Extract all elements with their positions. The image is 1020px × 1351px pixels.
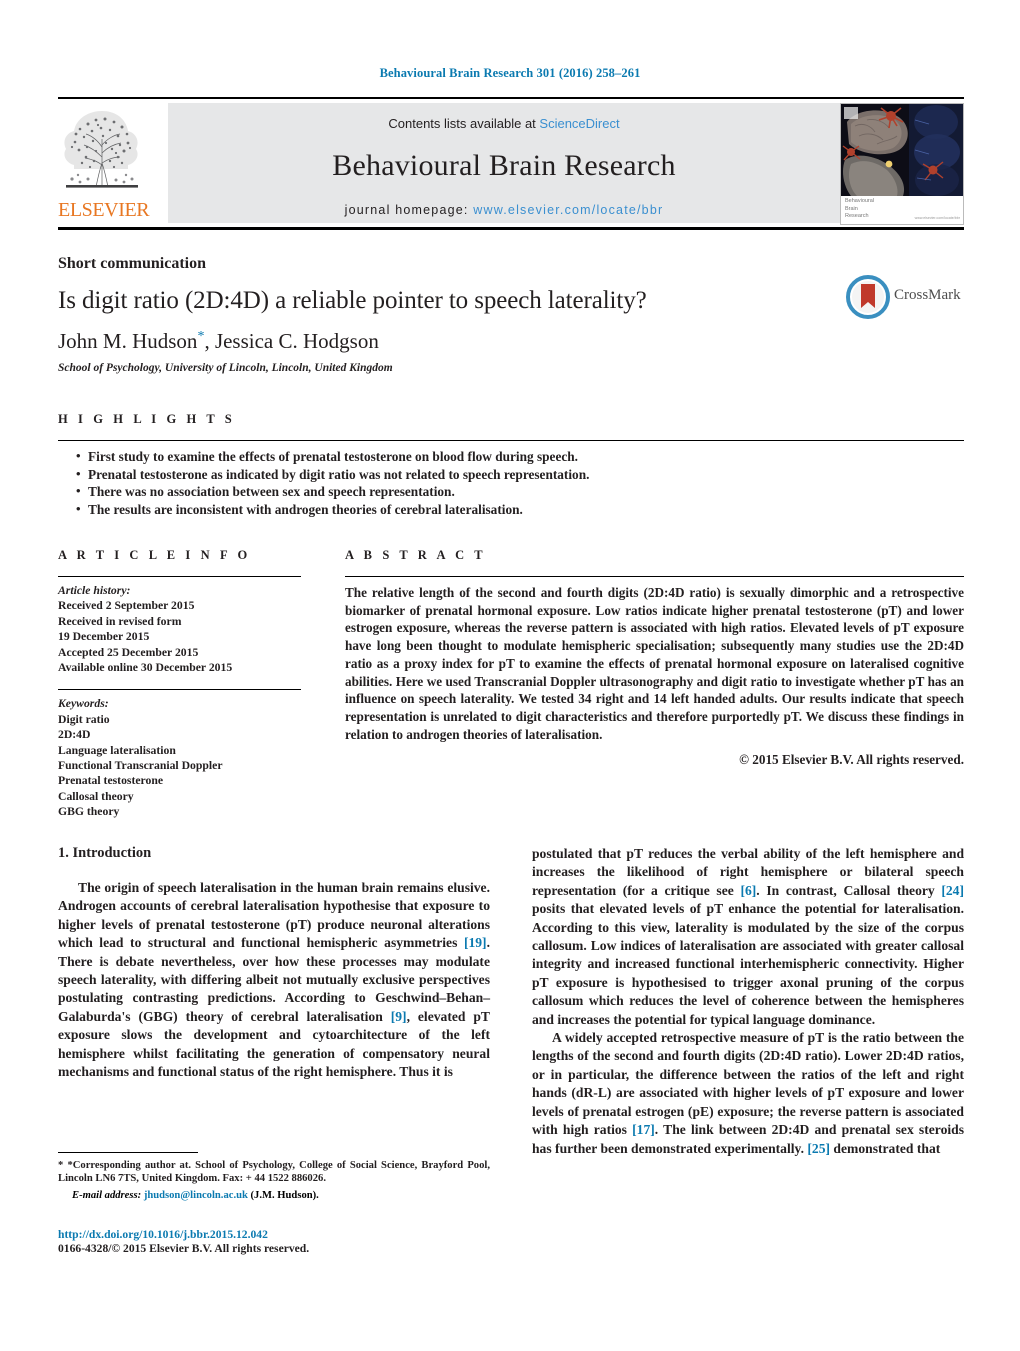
paper-page: Behavioural Brain Research 301 (2016) 25… [0,0,1020,1351]
elsevier-wordmark: ELSEVIER [58,199,150,221]
body-column-right: postulated that pT reduces the verbal ab… [532,845,964,1158]
author-primary: John M. Hudson [58,329,198,353]
keyword-item: Callosal theory [58,789,134,803]
paragraph: postulated that pT reduces the verbal ab… [532,845,964,1029]
sciencedirect-link[interactable]: ScienceDirect [539,116,619,131]
keywords-group: Keywords: Digit ratio 2D:4D Language lat… [58,690,301,819]
document-type: Short communication [58,255,206,272]
citation-ref-9[interactable]: [9] [391,1009,407,1024]
issn-copyright: 0166-4328/© 2015 Elsevier B.V. All right… [58,1242,310,1255]
running-head: Behavioural Brain Research 301 (2016) 25… [379,66,641,80]
history-item: Received in revised form [58,614,182,628]
citation-ref-17[interactable]: [17] [632,1122,655,1137]
journal-homepage-link[interactable]: www.elsevier.com/locate/bbr [473,203,663,217]
section-heading-introduction: 1. Introduction [58,845,152,861]
journal-cover-thumbnail: Behavioural Brain Research www.elsevier.… [840,103,964,225]
keyword-item: 2D:4D [58,728,91,742]
article-history-group: Article history: Received 2 September 20… [58,577,301,675]
article-info-label: A R T I C L E I N F O [58,548,251,562]
highlights-list: First study to examine the effects of pr… [58,441,964,518]
cover-caption-line2: Brain [845,205,858,212]
citation-ref-6[interactable]: [6] [740,883,756,898]
abstract-copyright: © 2015 Elsevier B.V. All rights reserved… [739,752,964,768]
email-address-label: E-mail address: [72,1189,142,1201]
corresponding-author-footnote: * *Corresponding author at. School of Ps… [58,1152,490,1202]
journal-masthead: ELSEVIER Contents lists available at Sci… [58,97,964,230]
footnote-rule [58,1152,198,1153]
doi-footer: http://dx.doi.org/10.1016/j.bbr.2015.12.… [58,1228,490,1255]
page-title: Is digit ratio (2D:4D) a reliable pointe… [58,287,647,314]
list-item: There was no association between sex and… [76,482,964,501]
contents-prefix: Contents lists available at [388,116,540,131]
paragraph: The origin of speech lateralisation in t… [58,879,490,1081]
body-column-left: 1. Introduction The origin of speech lat… [58,845,490,1081]
journal-homepage-line: journal homepage: www.elsevier.com/locat… [168,203,840,217]
abstract-text: The relative length of the second and fo… [345,585,964,742]
history-item: Received 2 September 2015 [58,599,195,613]
doi-link[interactable]: http://dx.doi.org/10.1016/j.bbr.2015.12.… [58,1228,490,1241]
footnote-email-line: E-mail address: jhudson@lincoln.ac.uk (J… [58,1189,490,1202]
keyword-item: Functional Transcranial Doppler [58,759,223,773]
highlights-section: H I G H L I G H T S First study to exami… [58,412,964,518]
crossmark-badge[interactable]: CrossMark [846,275,964,321]
author-secondary: , Jessica C. Hodgson [204,329,379,353]
paragraph-text: posits that elevated levels of pT enhanc… [532,901,964,1027]
email-link[interactable]: jhudson@lincoln.ac.uk [144,1190,248,1201]
keyword-item: Digit ratio [58,712,110,726]
journal-cover-artwork [841,104,963,196]
cover-caption: Behavioural Brain Research www.elsevier.… [841,196,963,224]
elsevier-tree-icon [58,103,146,199]
list-item: Prenatal testosterone as indicated by di… [76,465,964,484]
paragraph: A widely accepted retrospective measure … [532,1029,964,1158]
article-history-heading: Article history: [58,584,131,597]
paragraph-text: demonstrated that [830,1140,941,1156]
footnote-body: *Corresponding author at. School of Psyc… [58,1160,490,1185]
citation-ref-24[interactable]: [24] [941,883,964,898]
crossmark-label: CrossMark [894,287,961,303]
journal-title: Behavioural Brain Research [332,149,676,182]
paragraph-text: . In contrast, Callosal theory [756,882,942,898]
list-item: First study to examine the effects of pr… [76,447,964,466]
email-owner: (J.M. Hudson). [250,1189,319,1201]
crossmark-icon [846,275,890,319]
author-list: John M. Hudson*, Jessica C. Hodgson [58,329,964,354]
history-item: Accepted 25 December 2015 [58,645,199,659]
keyword-item: GBG theory [58,805,120,819]
abstract-column: A B S T R A C T The relative length of t… [345,548,964,768]
highlights-label: H I G H L I G H T S [58,412,236,426]
keyword-item: Prenatal testosterone [58,774,164,788]
masthead-body: ELSEVIER Contents lists available at Sci… [58,99,964,227]
list-item: The results are inconsistent with androg… [76,500,964,519]
masthead-bottom-rule [58,227,964,230]
paragraph-text: The origin of speech lateralisation in t… [58,880,490,951]
keywords-heading: Keywords: [58,697,109,711]
homepage-prefix: journal homepage: [344,203,474,217]
footnote-marker: * [58,1160,64,1171]
footnote-text: * *Corresponding author at. School of Ps… [58,1159,490,1186]
keyword-item: Language lateralisation [58,743,176,757]
history-item: 19 December 2015 [58,630,150,644]
affiliation: School of Psychology, University of Linc… [58,362,393,374]
elsevier-logo: ELSEVIER [58,103,150,225]
contents-available-line: Contents lists available at ScienceDirec… [168,103,840,131]
cover-caption-url: www.elsevier.com/locate/bbr [914,215,960,220]
abstract-label: A B S T R A C T [345,548,487,562]
article-header: Short communication Is digit ratio (2D:4… [58,255,964,374]
citation-ref-25[interactable]: [25] [807,1141,830,1156]
masthead-center-panel: Contents lists available at ScienceDirec… [168,103,840,223]
citation-ref-19[interactable]: [19] [464,935,487,950]
cover-caption-line1: Behavioural [845,198,875,204]
history-item: Available online 30 December 2015 [58,661,233,675]
article-info-column: A R T I C L E I N F O Article history: R… [58,548,301,820]
